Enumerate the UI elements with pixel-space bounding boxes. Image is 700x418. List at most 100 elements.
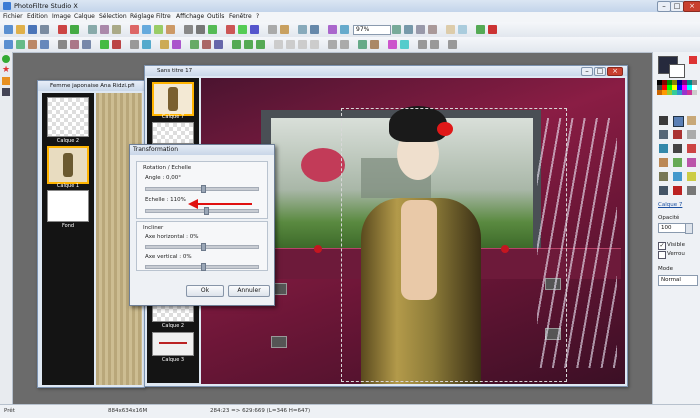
line-tool-icon[interactable] (687, 130, 696, 139)
doc-minimize-button[interactable]: – (581, 67, 593, 76)
redeye-tool-icon[interactable] (673, 186, 682, 195)
contrast-icon[interactable] (196, 25, 205, 34)
actual-size-icon[interactable] (428, 25, 437, 34)
hand-icon[interactable] (446, 25, 455, 34)
green-circle-icon[interactable] (2, 55, 10, 63)
axe-h-slider-knob[interactable] (201, 243, 206, 251)
menu-filtre[interactable]: Filtre (156, 13, 171, 20)
angle-slider-knob[interactable] (201, 185, 206, 193)
layer-delete-icon[interactable] (202, 40, 211, 49)
ok-button[interactable]: Ok (186, 285, 224, 297)
cut-icon[interactable] (88, 25, 97, 34)
layer-thumb-calque3[interactable] (152, 332, 194, 356)
wand-tool-icon[interactable] (673, 130, 682, 139)
gray-icon[interactable] (268, 25, 277, 34)
menu-fenetre[interactable]: Fenêtre (229, 13, 252, 20)
text-icon[interactable] (160, 40, 169, 49)
info-icon[interactable] (448, 40, 457, 49)
cancel-button[interactable]: Annuler (228, 285, 270, 297)
copy-icon[interactable] (100, 25, 109, 34)
shadow-icon[interactable] (370, 40, 379, 49)
layer-new-icon[interactable] (190, 40, 199, 49)
opacity-input[interactable]: 100 (658, 223, 686, 233)
select-ellipse-icon[interactable] (16, 40, 25, 49)
zoom-out-icon[interactable] (404, 25, 413, 34)
dialog-title[interactable]: Transformation (130, 145, 274, 155)
script-icon[interactable] (476, 25, 485, 34)
brightness-icon[interactable] (184, 25, 193, 34)
hand-tool-icon[interactable] (687, 116, 696, 125)
select-rect-icon[interactable] (4, 40, 13, 49)
grid-icon[interactable] (130, 40, 139, 49)
transform-icon[interactable] (328, 25, 337, 34)
pencil-tool-icon[interactable] (673, 158, 682, 167)
doc-close-button[interactable]: × (607, 67, 623, 76)
star-icon[interactable]: ★ (2, 66, 10, 75)
filter-icon[interactable] (130, 25, 139, 34)
save-icon[interactable] (28, 25, 37, 34)
document-left-title[interactable]: Femme japonaise Ana Ridzi.pfi (38, 81, 144, 91)
axe-v-slider-knob[interactable] (201, 263, 206, 271)
menu-help[interactable]: ? (256, 13, 259, 20)
menu-edition[interactable]: Edition (27, 13, 48, 20)
menu-fichier[interactable]: Fichier (3, 13, 23, 20)
crop-icon[interactable] (58, 40, 67, 49)
rotate-left-icon[interactable] (70, 40, 79, 49)
layer-name-link[interactable]: Calque 7 (658, 202, 682, 208)
effect-icon[interactable] (154, 25, 163, 34)
sharpen-icon[interactable] (310, 25, 319, 34)
blur-icon[interactable] (298, 25, 307, 34)
align-center-icon[interactable] (244, 40, 253, 49)
blue-icon[interactable] (250, 25, 259, 34)
move-tool-icon[interactable] (659, 116, 668, 125)
text-tool-icon[interactable] (687, 172, 696, 181)
fullscreen-icon[interactable] (458, 25, 467, 34)
mask-icon[interactable] (142, 40, 151, 49)
stop-icon[interactable] (488, 25, 497, 34)
redo-icon[interactable] (70, 25, 79, 34)
close-button[interactable]: × (683, 1, 700, 12)
smudge-tool-icon[interactable] (687, 158, 696, 167)
scale-icon[interactable] (328, 40, 337, 49)
layer-thumb-calque7[interactable] (152, 82, 194, 116)
mode-select[interactable]: Normal (658, 275, 698, 286)
zoom-select[interactable]: 97% (353, 25, 391, 35)
menu-calque[interactable]: Calque (74, 13, 95, 20)
deform-tool-icon[interactable] (687, 186, 696, 195)
maximize-button[interactable]: □ (670, 1, 684, 12)
eraser-tool-icon[interactable] (687, 144, 696, 153)
eyedropper-icon[interactable] (659, 130, 668, 139)
align-left-icon[interactable] (232, 40, 241, 49)
rotate-right-icon[interactable] (82, 40, 91, 49)
flip-v-icon[interactable] (112, 40, 121, 49)
arrow-up-icon[interactable] (274, 40, 283, 49)
shape-tool-icon[interactable] (659, 186, 668, 195)
paste-icon[interactable] (112, 25, 121, 34)
blur-tool-icon[interactable] (659, 172, 668, 181)
brush-tool-icon[interactable] (659, 158, 668, 167)
minimize-button[interactable]: – (657, 1, 671, 12)
print-icon[interactable] (40, 25, 49, 34)
axe-v-slider[interactable] (145, 263, 259, 271)
transformation-dialog[interactable]: Transformation Rotation / Echelle Angle … (129, 144, 275, 306)
flip-h-icon[interactable] (100, 40, 109, 49)
background-color-swatch[interactable] (669, 64, 685, 78)
adjust-icon[interactable] (166, 25, 175, 34)
arrow-right-icon[interactable] (310, 40, 319, 49)
new-icon[interactable] (4, 25, 13, 34)
menu-reglage[interactable]: Réglage (130, 13, 154, 20)
menu-selection[interactable]: Sélection (99, 13, 127, 20)
opacity-icon[interactable] (358, 40, 367, 49)
lasso-icon[interactable] (28, 40, 37, 49)
zoom-in-icon[interactable] (392, 25, 401, 34)
menu-affichage[interactable]: Affichage (176, 13, 204, 20)
layer-thumb-calque1[interactable] (47, 146, 89, 184)
color-palette[interactable] (657, 80, 697, 106)
layer-merge-icon[interactable] (214, 40, 223, 49)
menu-image[interactable]: Image (52, 13, 71, 20)
skew-icon[interactable] (340, 40, 349, 49)
layer-thumb-calque2[interactable] (47, 97, 89, 137)
sepia-icon[interactable] (280, 25, 289, 34)
axe-h-slider[interactable] (145, 243, 259, 251)
select-tool-icon[interactable] (673, 116, 684, 127)
